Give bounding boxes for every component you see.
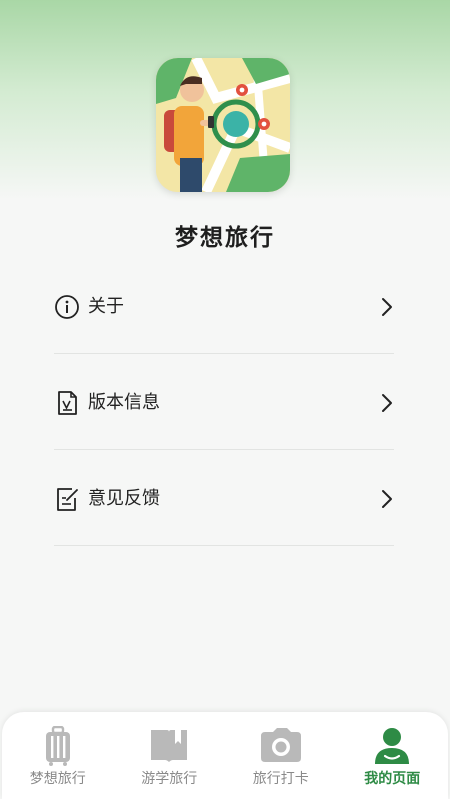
info-icon [54, 294, 80, 320]
tab-label: 游学旅行 [141, 771, 198, 787]
feedback-edit-icon [54, 486, 80, 512]
luggage-icon [36, 725, 80, 766]
bottom-tab-bar: 梦想旅行 游学旅行 旅行打卡 我的页面 [2, 712, 448, 799]
tab-label: 我的页面 [364, 771, 421, 787]
chevron-right-icon [380, 296, 394, 318]
tab-study-travel[interactable]: 游学旅行 [114, 712, 226, 799]
tab-dream-travel[interactable]: 梦想旅行 [2, 712, 114, 799]
traveler-map-logo-icon [156, 58, 290, 192]
menu-item-feedback[interactable]: 意见反馈 [54, 450, 394, 546]
user-icon [370, 726, 414, 766]
tab-label: 旅行打卡 [252, 771, 309, 787]
menu-item-label: 意见反馈 [88, 488, 160, 509]
book-icon [147, 726, 191, 766]
tab-label: 梦想旅行 [29, 771, 86, 787]
menu-item-label: 版本信息 [88, 392, 160, 413]
app-logo [156, 58, 290, 192]
chevron-right-icon [380, 392, 394, 414]
chevron-right-icon [380, 488, 394, 510]
version-document-icon [54, 390, 80, 416]
menu-item-label: 关于 [88, 296, 124, 317]
settings-menu: 关于 版本信息 意见反馈 [0, 258, 450, 546]
menu-item-about[interactable]: 关于 [54, 258, 394, 354]
tab-my-page[interactable]: 我的页面 [337, 712, 449, 799]
app-title: 梦想旅行 [175, 225, 275, 251]
camera-icon [259, 726, 303, 766]
tab-travel-checkin[interactable]: 旅行打卡 [225, 712, 337, 799]
menu-item-version[interactable]: 版本信息 [54, 354, 394, 450]
